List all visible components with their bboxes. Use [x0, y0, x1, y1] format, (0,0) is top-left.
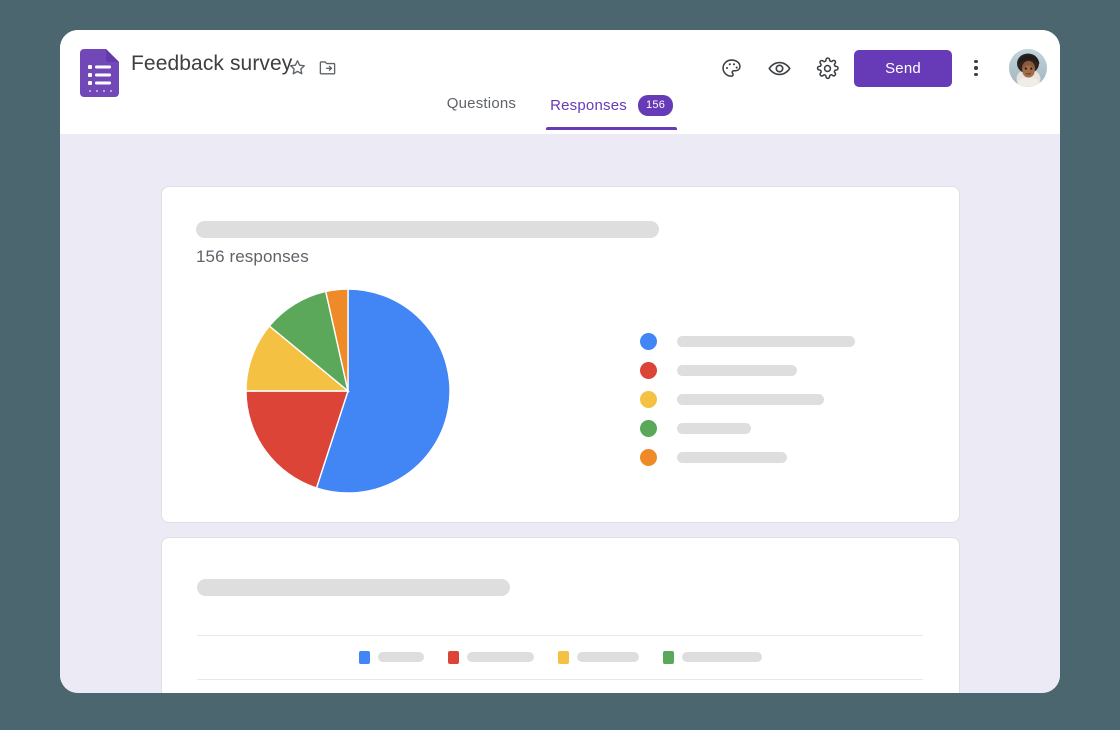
- legend-color-swatch-2: [640, 362, 657, 379]
- responses-content: 156 responses: [60, 134, 1060, 693]
- legend-label-placeholder-4: [682, 652, 762, 662]
- legend-item[interactable]: [640, 414, 855, 443]
- bar-group: [389, 680, 490, 693]
- legend-color-swatch-1: [359, 650, 370, 664]
- bar-group: [753, 680, 854, 693]
- legend-item[interactable]: [558, 650, 639, 664]
- legend-color-swatch-4: [640, 420, 657, 437]
- document-title[interactable]: Feedback survey: [131, 52, 292, 76]
- legend-label-placeholder-2: [677, 365, 797, 376]
- gear-icon[interactable]: [810, 51, 844, 85]
- pie-chart-card: 156 responses: [161, 186, 960, 523]
- legend-color-swatch-3: [558, 650, 569, 664]
- bar-group: [571, 680, 672, 693]
- legend-item[interactable]: [640, 443, 855, 472]
- move-to-folder-icon[interactable]: [312, 52, 342, 82]
- responses-count-badge: 156: [637, 95, 674, 116]
- legend-item[interactable]: [640, 327, 855, 356]
- tab-questions[interactable]: Questions: [443, 86, 520, 126]
- bar-chart[interactable]: [162, 633, 959, 693]
- question-title-placeholder: [197, 579, 510, 596]
- tab-responses[interactable]: Responses 156: [546, 86, 678, 130]
- bar-group: [207, 680, 308, 693]
- star-icon[interactable]: [282, 52, 312, 82]
- forms-app-window: Feedback survey Send Questions Responses…: [60, 30, 1060, 693]
- gridline-top: [197, 635, 923, 636]
- legend-item[interactable]: [640, 385, 855, 414]
- pie-chart[interactable]: [245, 288, 451, 494]
- legend-label-placeholder-4: [677, 423, 751, 434]
- legend-color-swatch-5: [640, 449, 657, 466]
- response-count-label: 156 responses: [196, 247, 309, 266]
- legend-label-placeholder-3: [677, 394, 824, 405]
- legend-item[interactable]: [663, 650, 762, 664]
- legend-item[interactable]: [640, 356, 855, 385]
- question-title-placeholder: [196, 221, 659, 238]
- bar-chart-card: [161, 537, 960, 693]
- legend-color-swatch-3: [640, 391, 657, 408]
- bar-plot-area: [197, 680, 923, 693]
- app-header: Feedback survey Send Questions Responses…: [60, 30, 1060, 134]
- tab-questions-label: Questions: [446, 95, 517, 112]
- more-vertical-icon[interactable]: [962, 51, 990, 85]
- tab-responses-label: Responses: [550, 97, 627, 114]
- palette-icon[interactable]: [714, 51, 748, 85]
- legend-color-swatch-4: [663, 650, 674, 664]
- legend-label-placeholder-1: [677, 336, 855, 347]
- eye-icon[interactable]: [762, 51, 796, 85]
- legend-label-placeholder-5: [677, 452, 787, 463]
- avatar[interactable]: [1009, 49, 1047, 87]
- legend-item[interactable]: [448, 650, 534, 664]
- pie-chart-legend: [640, 327, 855, 472]
- legend-color-swatch-1: [640, 333, 657, 350]
- legend-label-placeholder-2: [467, 652, 534, 662]
- legend-label-placeholder-1: [378, 652, 424, 662]
- legend-item[interactable]: [359, 650, 424, 664]
- send-button[interactable]: Send: [854, 50, 952, 87]
- legend-color-swatch-2: [448, 650, 459, 664]
- bar-chart-legend: [162, 642, 959, 672]
- tab-bar: Questions Responses 156: [60, 86, 1060, 134]
- legend-label-placeholder-3: [577, 652, 639, 662]
